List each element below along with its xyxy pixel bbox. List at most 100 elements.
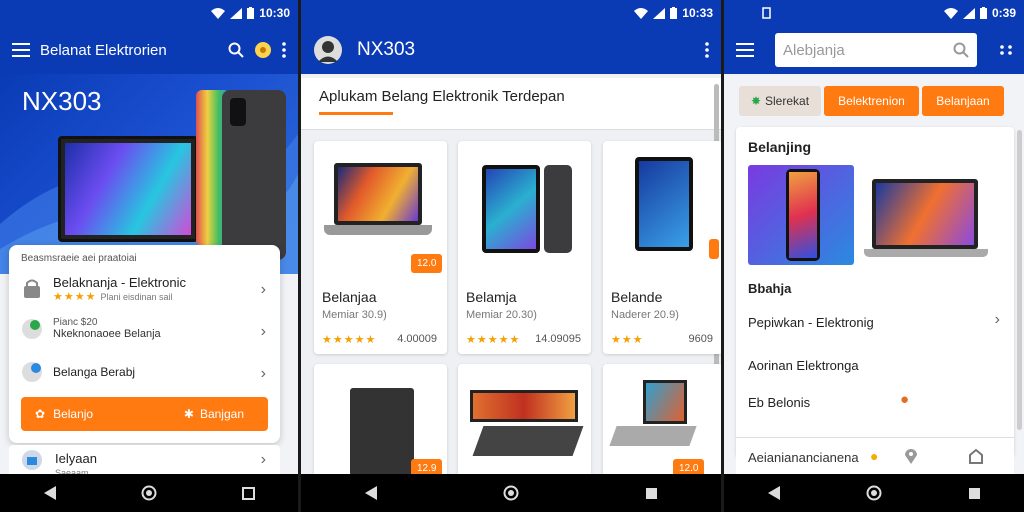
product-card[interactable]: 12.9 xyxy=(314,364,447,484)
app-bar: NX303 xyxy=(301,26,721,74)
hero-banner[interactable]: NX303 xyxy=(0,74,298,274)
laptop-image xyxy=(334,163,422,225)
app-title: Belanat Elektrorien xyxy=(40,41,167,59)
rating-stars: ★★★★★ xyxy=(322,334,377,346)
home-outline-icon[interactable] xyxy=(968,448,984,464)
gift-icon xyxy=(21,449,43,471)
category-chips: ✸ Slerekat Belektrenion Belanjaan xyxy=(724,76,1024,126)
menu-icon[interactable] xyxy=(12,43,30,57)
overflow-menu-icon[interactable] xyxy=(705,42,709,58)
product-price: 14.09095 xyxy=(535,333,581,345)
recents-icon[interactable] xyxy=(642,484,660,502)
tablet-image xyxy=(482,165,540,253)
status-time: 10:33 xyxy=(682,6,713,20)
product-meta: Memiar 30.9) xyxy=(322,309,387,321)
search-icon[interactable] xyxy=(953,42,969,58)
laptop-base xyxy=(609,426,697,446)
results-panel: Belanjing Bbahja Pepiwkan - Elektronig ›… xyxy=(736,127,1014,457)
product-card[interactable]: 12.0 Belanjaa Memiar 30.9) ★★★★★ 4.00009 xyxy=(314,141,447,354)
list-item[interactable]: Belanga Berabj xyxy=(21,361,268,383)
laptop-image xyxy=(643,380,687,424)
price-badge: 12.0 xyxy=(411,254,443,273)
product-card[interactable]: 12.0 xyxy=(603,364,721,484)
share-icon: ✿ xyxy=(35,407,46,421)
search-icon[interactable] xyxy=(228,42,244,58)
product-meta: Naderer 20.9) xyxy=(611,309,679,321)
list-item[interactable]: Pepiwkan - Elektronig xyxy=(748,315,874,330)
notification-icon[interactable] xyxy=(254,41,272,59)
home-icon[interactable] xyxy=(502,484,520,502)
product-card[interactable]: Belande Naderer 20.9) ★★★ 9609 xyxy=(603,141,721,354)
section-title: Bbahja xyxy=(748,281,792,296)
page-subtitle: Aplukam Belang Elektronik Terdepan xyxy=(319,88,565,105)
rating-stars: ★★★★ xyxy=(53,291,97,303)
search-input[interactable]: Alebjanja xyxy=(775,33,977,67)
recents-icon[interactable] xyxy=(239,484,257,502)
chevron-right-icon: › xyxy=(994,311,1000,328)
avatar[interactable] xyxy=(313,35,343,65)
buy-button-secondary-label: Banjgan xyxy=(199,407,244,421)
chevron-right-icon: › xyxy=(260,323,266,340)
chip-label: Belanjaan xyxy=(936,94,990,108)
home-icon[interactable] xyxy=(865,484,883,502)
wifi-icon xyxy=(634,7,649,19)
status-time: 10:30 xyxy=(259,6,290,20)
hero-title: NX303 xyxy=(22,86,102,116)
menu-icon[interactable] xyxy=(736,43,754,57)
rating-stars: ★★★ xyxy=(611,334,644,346)
speaker-image xyxy=(350,388,414,476)
product-name: Belanjaa xyxy=(322,289,377,305)
overflow-menu-icon[interactable] xyxy=(1000,42,1012,58)
overflow-menu-icon[interactable] xyxy=(282,42,286,58)
location-icon[interactable] xyxy=(904,448,918,464)
recents-icon[interactable] xyxy=(965,484,983,502)
home-icon[interactable] xyxy=(140,484,158,502)
chip-category[interactable]: Belektrenion xyxy=(824,86,919,116)
sim-icon xyxy=(762,7,771,19)
rating-stars: ★★★★★ xyxy=(466,334,521,346)
lock-icon xyxy=(21,278,43,300)
price-badge xyxy=(709,239,719,259)
scrollbar[interactable] xyxy=(1017,130,1022,430)
bottom-bar: Aeianianancianena ● xyxy=(736,437,1014,475)
cart-icon xyxy=(21,361,43,383)
laptop-base xyxy=(864,249,988,257)
product-name: Belande xyxy=(611,289,663,305)
chevron-right-icon: › xyxy=(260,281,266,298)
phone-image xyxy=(748,165,854,265)
card-header: Beasmsraeie aei praatoiai xyxy=(21,253,137,264)
chip-label: Slerekat xyxy=(765,94,810,108)
screen-search: 0:39 Alebjanja ✸ Slerekat Belektrenion B… xyxy=(724,0,1024,512)
product-price: 4.00009 xyxy=(397,333,437,345)
section-title: Belanjing xyxy=(748,139,812,155)
buy-button[interactable]: ✿ Belanjo ✱ Banjgan xyxy=(21,397,268,431)
product-card[interactable] xyxy=(458,364,591,484)
back-icon[interactable] xyxy=(41,484,59,502)
wifi-icon xyxy=(943,7,958,19)
chevron-right-icon: › xyxy=(260,451,266,468)
status-bar: 10:33 xyxy=(301,0,721,26)
status-bar: 0:39 xyxy=(724,0,1024,26)
back-icon[interactable] xyxy=(362,484,380,502)
list-item-title: Belaknanja - Elektronic xyxy=(53,275,186,290)
laptop-image xyxy=(872,179,978,249)
chip-category[interactable]: ✸ Slerekat xyxy=(739,86,821,116)
back-icon[interactable] xyxy=(765,484,783,502)
product-price: 9609 xyxy=(688,333,713,345)
system-nav-bar xyxy=(724,474,1024,512)
footer-label: Aeianianancianena xyxy=(748,450,859,465)
screen-home: 10:30 Belanat Elektrorien NX303 Beasmsra… xyxy=(0,0,298,512)
list-item[interactable]: Aorinan Elektronga xyxy=(748,358,859,373)
list-item[interactable]: Pianc $20 Nkeknonaoee Belanja xyxy=(21,317,268,340)
chip-category[interactable]: Belanjaan xyxy=(922,86,1004,116)
emoji-icon: ● xyxy=(870,448,879,464)
product-card[interactable]: Belamja Memiar 20.30) ★★★★★ 14.09095 xyxy=(458,141,591,354)
list-item[interactable]: Eb Belonis xyxy=(748,395,810,410)
list-item-title: Belanga Berabj xyxy=(53,365,136,379)
tablet-image xyxy=(635,157,693,251)
star-icon: ✱ xyxy=(183,407,194,421)
status-bar: 10:30 xyxy=(0,0,298,26)
screen-catalog: 10:33 NX303 Aplukam Belang Elektronik Te… xyxy=(301,0,721,512)
phone-image xyxy=(544,165,572,253)
list-item[interactable]: Belaknanja - Elektronic ★★★★ Plani eisdi… xyxy=(21,275,268,303)
